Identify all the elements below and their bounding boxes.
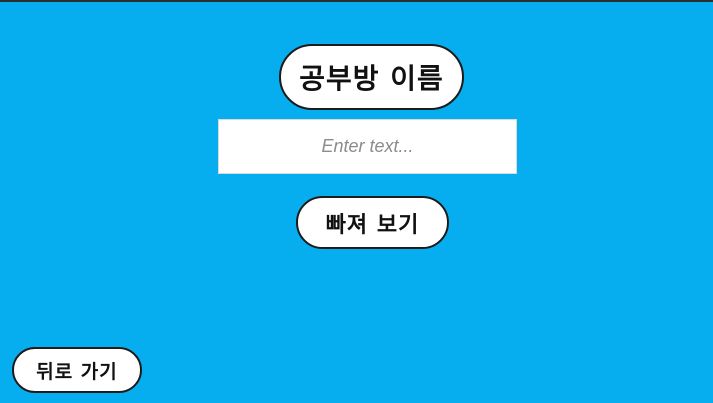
enter-button[interactable]: 빠져 보기 <box>296 196 449 249</box>
study-room-name-title: 공부방 이름 <box>279 44 464 110</box>
back-button[interactable]: 뒤로 가기 <box>12 347 142 393</box>
study-room-name-input[interactable] <box>218 119 517 174</box>
app-screen: 공부방 이름 빠져 보기 뒤로 가기 <box>0 0 713 403</box>
